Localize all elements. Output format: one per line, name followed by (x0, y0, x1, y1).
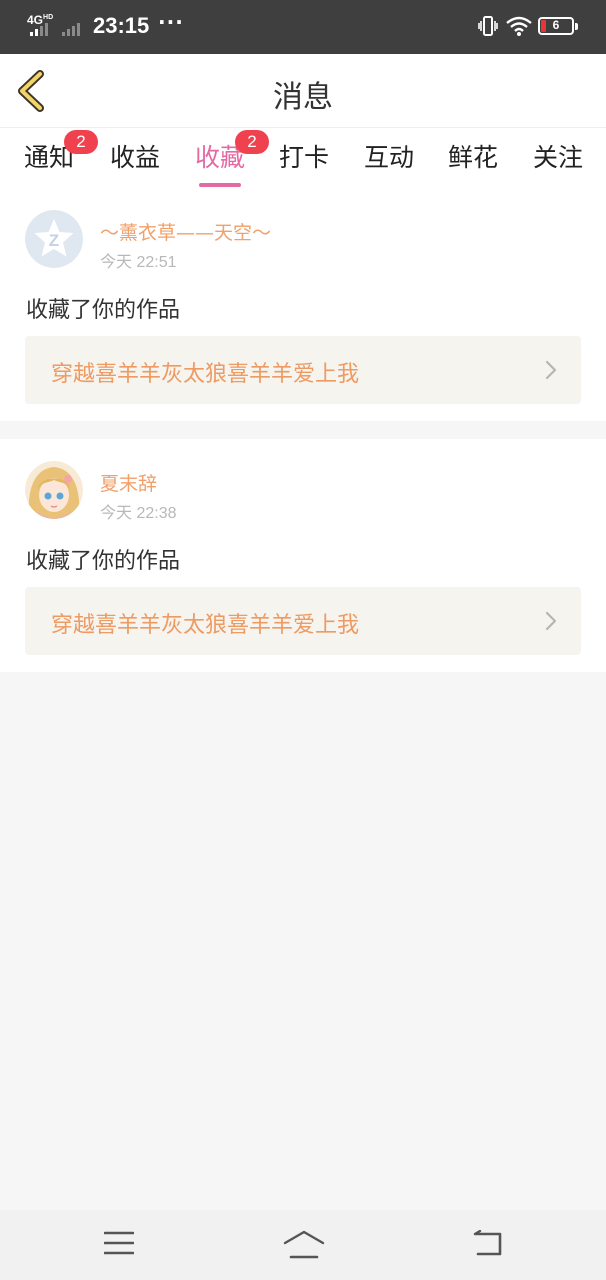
tab-following[interactable]: 关注 (533, 138, 583, 174)
tab-label: 互动 (364, 143, 415, 172)
vibrate-icon (478, 16, 498, 36)
chevron-right-icon (545, 360, 557, 380)
qq-default-avatar[interactable]: Z (25, 210, 83, 268)
battery-level: 6 (552, 18, 560, 32)
work-link[interactable]: 穿越喜羊羊灰太狼喜羊羊爱上我 (25, 336, 581, 404)
tab-flowers[interactable]: 鲜花 (448, 138, 498, 174)
notification-message: 收藏了你的作品 (26, 298, 181, 323)
username[interactable]: 夏末辞 (100, 469, 157, 496)
tab-bar: 通知 2 收益 收藏 2 打卡 互动 鲜花 关注 (0, 128, 606, 188)
page-title: 消息 (273, 80, 333, 115)
tab-label: 收益 (110, 143, 161, 172)
nav-bar: 消息 (0, 54, 606, 128)
home-icon[interactable] (283, 1230, 325, 1260)
tab-label: 打卡 (279, 143, 330, 172)
system-nav-bar (0, 1210, 606, 1280)
menu-icon[interactable] (104, 1230, 134, 1256)
svg-text:Z: Z (49, 231, 59, 250)
tab-earnings[interactable]: 收益 (110, 138, 160, 174)
tab-favorites[interactable]: 收藏 2 (195, 130, 269, 187)
battery-icon: 6 (538, 17, 578, 35)
chevron-right-icon (545, 611, 557, 631)
timestamp: 今天 22:38 (100, 505, 177, 522)
tab-label: 鲜花 (448, 143, 499, 172)
unread-badge: 2 (64, 130, 98, 154)
notification-message: 收藏了你的作品 (26, 549, 181, 574)
more-notifications-icon: ··· (158, 10, 184, 34)
active-tab-indicator (199, 183, 242, 187)
signal-strength-icon (30, 18, 54, 36)
back-icon[interactable] (472, 1230, 504, 1258)
anime-girl-avatar[interactable] (25, 461, 83, 519)
status-bar: 4GHD 23:15 ··· 6 (0, 0, 606, 54)
signal-strength-icon-2 (62, 18, 86, 36)
work-link[interactable]: 穿越喜羊羊灰太狼喜羊羊爱上我 (25, 587, 581, 655)
tab-notifications[interactable]: 通知 2 (24, 130, 98, 174)
tab-checkin[interactable]: 打卡 (279, 138, 329, 174)
notification-card: 夏末辞 今天 22:38 收藏了你的作品 穿越喜羊羊灰太狼喜羊羊爱上我 (0, 439, 606, 672)
notification-card: Z ～薰衣草——天空～ 今天 22:51 收藏了你的作品 穿越喜羊羊灰太狼喜羊羊… (0, 188, 606, 421)
wifi-icon (506, 16, 532, 36)
status-time: 23:15 (93, 13, 150, 38)
work-title: 穿越喜羊羊灰太狼喜羊羊爱上我 (51, 362, 360, 387)
unread-badge: 2 (235, 130, 269, 154)
tab-label: 关注 (533, 143, 584, 172)
work-title: 穿越喜羊羊灰太狼喜羊羊爱上我 (51, 613, 360, 638)
username[interactable]: ～薰衣草——天空～ (100, 218, 271, 245)
timestamp: 今天 22:51 (100, 254, 177, 271)
tab-interactions[interactable]: 互动 (364, 138, 414, 174)
